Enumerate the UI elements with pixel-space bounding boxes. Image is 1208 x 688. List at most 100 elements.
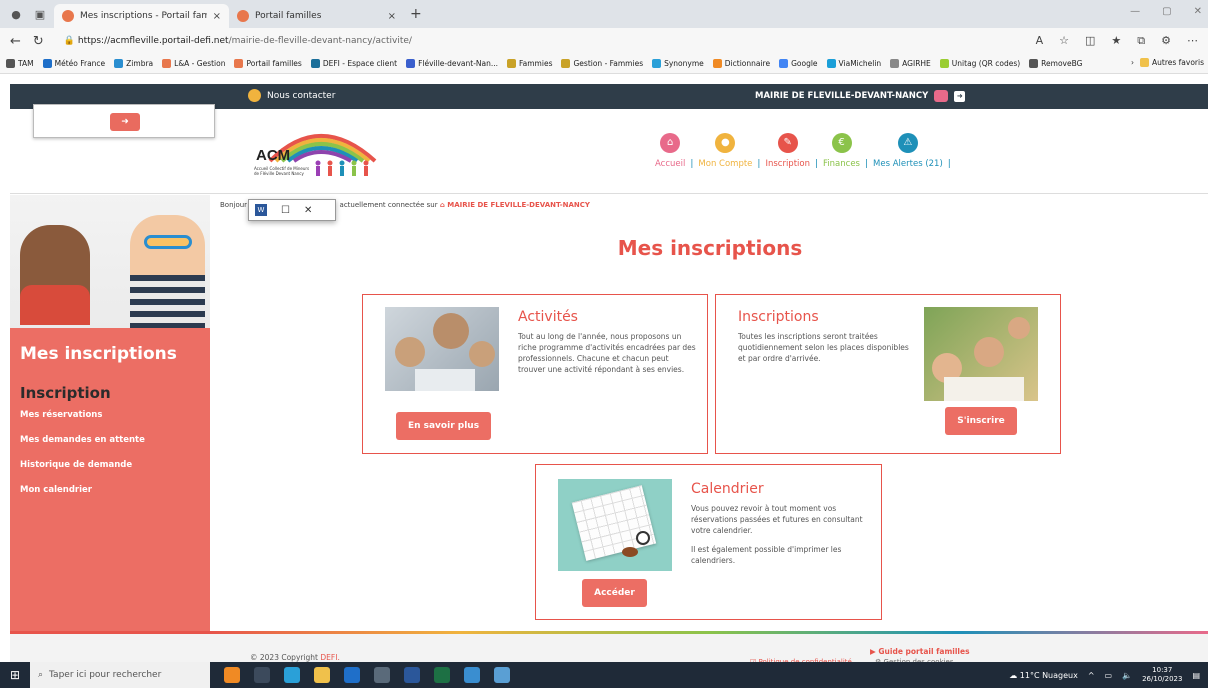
app-icon[interactable] (464, 667, 480, 683)
sidebar-item-historique[interactable]: Historique de demande (20, 460, 200, 470)
nav-label: Inscription (765, 159, 810, 169)
nav-label: Finances (823, 159, 860, 169)
minimize-icon[interactable]: — (1130, 6, 1140, 17)
sidebar-item-calendrier[interactable]: Mon calendrier (20, 485, 200, 495)
tab-portail-familles[interactable]: Portail familles × (229, 4, 404, 28)
site-favicon-icon (62, 10, 74, 22)
bookmark-item[interactable]: ViaMichelin (826, 59, 881, 68)
bookmark-label: Dictionnaire (724, 59, 771, 68)
address-bar: ← ↻ 🔒 https://acmfleville.portail-defi.n… (0, 28, 1208, 54)
nav-mes-alertes[interactable]: ⚠ Mes Alertes (21) (873, 133, 943, 169)
sidebar-children-image (10, 195, 210, 328)
word-icon[interactable] (404, 667, 420, 683)
login-dropdown: ➜ (33, 104, 215, 138)
logout-icon[interactable]: ➜ (954, 90, 966, 102)
bookmark-item[interactable]: Dictionnaire (712, 59, 771, 68)
card-inscriptions: Inscriptions Toutes les inscriptions ser… (715, 294, 1061, 454)
acm-logo[interactable]: ACM Accueil Collectif de Mineurs de Flév… (250, 121, 390, 185)
tray-chevron-icon[interactable]: ^ (1088, 671, 1095, 680)
sidebar-item-reservations[interactable]: Mes réservations (20, 410, 200, 420)
en-savoir-plus-button[interactable]: En savoir plus (396, 412, 491, 440)
notifications-icon[interactable]: ▤ (1192, 671, 1200, 680)
bookmark-item[interactable]: AGIRHE (890, 59, 931, 68)
mairie-selector[interactable]: MAIRIE DE FLEVILLE-DEVANT-NANCY ➜ (755, 90, 966, 102)
bookmark-item[interactable]: Unitag (QR codes) (939, 59, 1021, 68)
bookmark-item[interactable]: Synonyme (652, 59, 704, 68)
messages-icon[interactable] (934, 90, 949, 102)
profile-icon[interactable]: ● (6, 4, 26, 24)
word-app-icon[interactable]: W (255, 204, 267, 216)
app-icon[interactable] (494, 667, 510, 683)
bookmark-item[interactable]: DEFI - Espace client (310, 59, 397, 68)
close-icon[interactable]: ✕ (304, 205, 312, 216)
tab-actions-icon[interactable]: ▣ (30, 4, 50, 24)
taskbar-search[interactable]: ⌕ Taper ici pour rechercher (30, 662, 210, 688)
bookmark-item[interactable]: Google (779, 59, 818, 68)
more-options-icon[interactable]: ⋯ (1187, 34, 1198, 48)
network-icon[interactable]: ▭ (1105, 671, 1113, 680)
excel-icon[interactable] (434, 667, 450, 683)
bookmark-item[interactable]: Zimbra (114, 59, 153, 68)
bookmark-item[interactable]: RemoveBG (1029, 59, 1082, 68)
volume-icon[interactable]: 🔈 (1122, 671, 1132, 680)
bookmark-item[interactable]: TAM (6, 59, 34, 68)
greeting-mairie-label: MAIRIE DE FLEVILLE-DEVANT-NANCY (447, 201, 590, 209)
nav-label: Accueil (655, 159, 686, 169)
site-footer: © 2023 Copyright DEFI. ▶ Guide portail f… (10, 634, 1208, 666)
refresh-icon[interactable]: ↻ (33, 34, 44, 49)
split-screen-icon[interactable]: ◫ (1085, 34, 1095, 48)
nav-inscription[interactable]: ✎ Inscription (765, 133, 810, 169)
read-aloud-icon[interactable]: A (1036, 34, 1044, 48)
tab-mes-inscriptions[interactable]: Mes inscriptions - Portail familles × (54, 4, 229, 28)
task-view-icon[interactable] (254, 667, 270, 683)
s-inscrire-button[interactable]: S'inscrire (945, 407, 1017, 435)
nav-label: Mon Compte (698, 159, 753, 169)
windows-start-icon[interactable]: ⊞ (0, 662, 30, 688)
collections-icon[interactable]: ⧉ (1137, 34, 1145, 48)
bookmark-item[interactable]: Portail familles (234, 59, 302, 68)
back-icon[interactable]: ← (10, 34, 21, 49)
maximize-icon[interactable]: ▢ (1162, 6, 1171, 17)
euro-icon: € (831, 133, 852, 153)
bookmark-item[interactable]: Fammies (507, 59, 552, 68)
contact-link[interactable]: Nous contacter (248, 89, 335, 102)
site-favicon-icon (237, 10, 249, 22)
login-button[interactable]: ➜ (110, 113, 140, 131)
other-favorites-folder[interactable]: Autres favoris (1140, 58, 1204, 67)
weather-widget-icon[interactable] (224, 667, 240, 683)
clock[interactable]: 10:37 26/10/2023 (1142, 666, 1182, 684)
greeting-mairie[interactable]: ⌂ MAIRIE DE FLEVILLE-DEVANT-NANCY (440, 201, 590, 209)
favorite-star-icon[interactable]: ☆ (1059, 34, 1069, 48)
bookmark-item[interactable]: L&A - Gestion (162, 59, 225, 68)
guide-portail-link[interactable]: ▶ Guide portail familles (870, 647, 970, 656)
close-window-icon[interactable]: ✕ (1194, 6, 1202, 17)
bookmark-item[interactable]: Fléville-devant-Nan... (406, 59, 498, 68)
weather-status[interactable]: ☁ 11°C Nuageux (1009, 671, 1078, 680)
bookmark-label: Unitag (QR codes) (951, 59, 1021, 68)
nav-separator: | (947, 159, 951, 169)
url-field[interactable]: 🔒 https://acmfleville.portail-defi.net/m… (64, 36, 412, 46)
nav-mon-compte[interactable]: ● Mon Compte (698, 133, 752, 169)
chevron-right-icon[interactable]: › (1131, 58, 1134, 67)
card-title: Calendrier (691, 481, 764, 497)
close-tab-icon[interactable]: × (213, 11, 221, 22)
nav-finances[interactable]: € Finances (823, 133, 860, 169)
user-icon: ● (715, 133, 736, 153)
acceder-button[interactable]: Accéder (582, 579, 647, 607)
copyright-text: © 2023 Copyright (250, 653, 319, 662)
file-explorer-icon[interactable] (314, 667, 330, 683)
new-tab-button[interactable]: + (410, 6, 422, 22)
bookmark-item[interactable]: Gestion - Fammies (561, 59, 643, 68)
close-tab-icon[interactable]: × (388, 11, 396, 22)
restore-icon[interactable]: ☐ (281, 205, 290, 216)
copyright-brand-link[interactable]: DEFI. (320, 653, 339, 662)
calculator-icon[interactable] (374, 667, 390, 683)
extensions-icon[interactable]: ⚙ (1161, 34, 1171, 48)
nav-accueil[interactable]: ⌂ Accueil (655, 133, 685, 169)
favorites-icon[interactable]: ★ (1111, 34, 1121, 48)
nav-label: Mes Alertes (21) (873, 159, 943, 169)
edge-icon[interactable] (284, 667, 300, 683)
outlook-icon[interactable] (344, 667, 360, 683)
bookmark-item[interactable]: Météo France (42, 59, 105, 68)
sidebar-item-demandes-attente[interactable]: Mes demandes en attente (20, 435, 200, 445)
